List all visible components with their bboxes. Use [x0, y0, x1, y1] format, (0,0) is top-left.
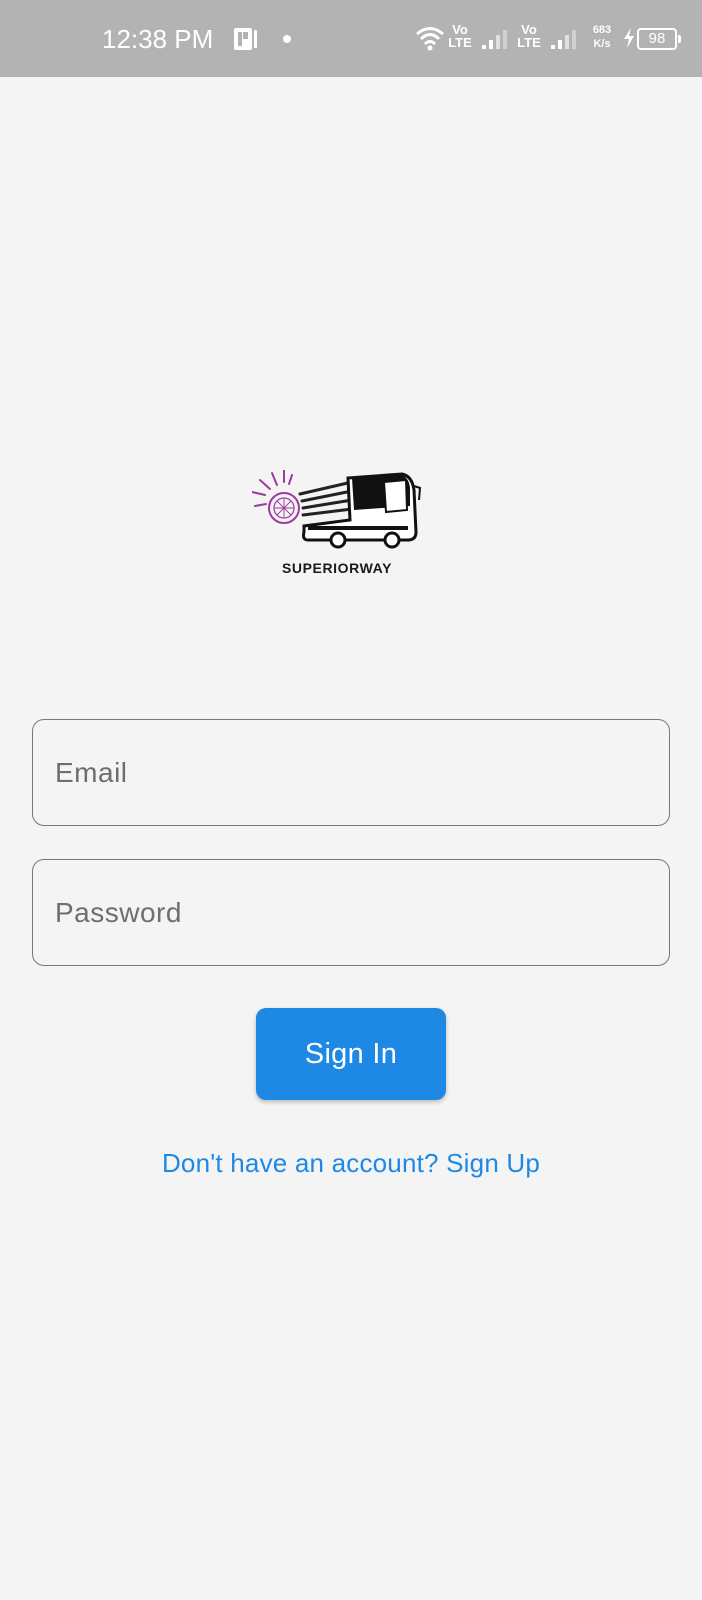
- wifi-icon: [416, 27, 444, 51]
- email-field[interactable]: [32, 719, 670, 826]
- signal-icon: [482, 30, 507, 49]
- sign-in-button[interactable]: Sign In: [256, 1008, 446, 1100]
- network-speed: 683 K/s: [592, 24, 612, 50]
- volte-indicator: Vo LTE: [517, 22, 541, 50]
- notification-icon: [234, 28, 257, 50]
- sign-up-link[interactable]: Don't have an account? Sign Up: [100, 1148, 602, 1179]
- email-input[interactable]: [33, 720, 669, 825]
- password-input[interactable]: [33, 860, 669, 965]
- volte-indicator: Vo LTE: [448, 22, 472, 50]
- password-field[interactable]: [32, 859, 670, 966]
- status-bar: 12:38 PM Vo LTE Vo LTE 683 K/s 98: [0, 0, 702, 77]
- battery-icon: 98: [637, 28, 681, 50]
- charging-icon: [624, 28, 634, 48]
- logo-text: SUPERIORWAY: [281, 560, 393, 576]
- dot-icon: [283, 35, 291, 43]
- status-time: 12:38 PM: [102, 24, 214, 54]
- signal-icon: [551, 30, 576, 49]
